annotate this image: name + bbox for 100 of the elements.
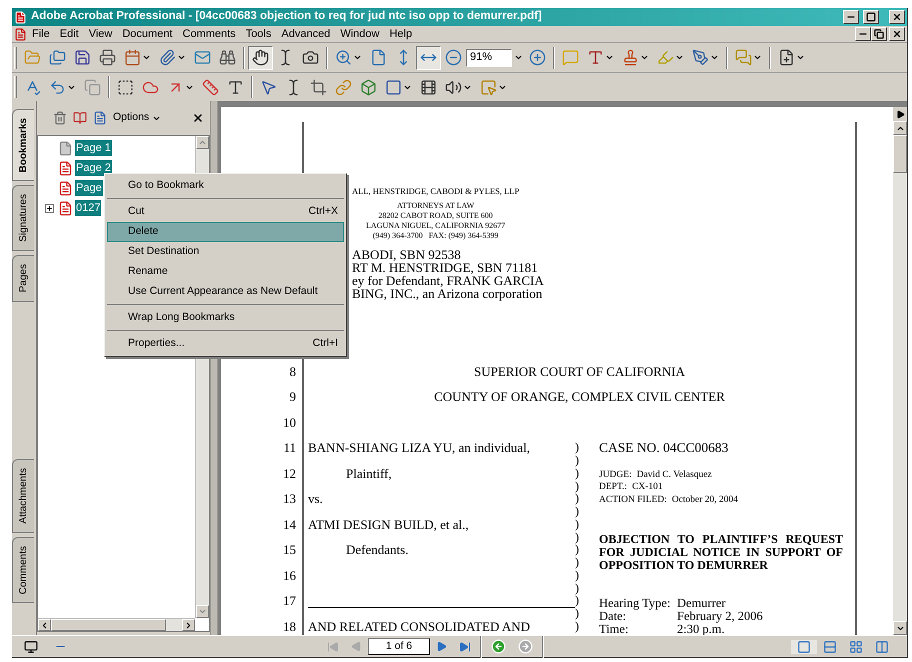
menu-item[interactable]: Comments (178, 26, 241, 42)
close-button[interactable] (889, 10, 905, 24)
side-tab[interactable]: Signatures (12, 185, 34, 252)
scroll-down-button[interactable] (893, 621, 907, 635)
case-detail-value: David C. Velasquez (636, 468, 712, 482)
undo-icon (49, 78, 66, 96)
line-number: 15 (282, 541, 296, 559)
options-button[interactable]: Options (113, 110, 162, 126)
bookmark-from-structure-button[interactable] (93, 111, 107, 125)
search-icon (219, 49, 236, 66)
new-bookmark-button[interactable] (73, 111, 87, 125)
menu-item[interactable]: Document (117, 26, 178, 42)
bracket: ) (575, 518, 580, 531)
document-icon (93, 111, 107, 125)
movie-icon (420, 78, 437, 96)
select-object-icon (480, 78, 497, 96)
fit-width-button[interactable] (416, 46, 441, 70)
bracket: ) (575, 505, 580, 518)
caret-icon (710, 53, 719, 62)
caption-text: vs. (308, 490, 323, 508)
document-close-button[interactable] (889, 27, 905, 41)
scroll-right-button[interactable] (182, 619, 195, 631)
hand-tool-button[interactable] (248, 46, 273, 70)
horizontal-scrollbar[interactable] (38, 618, 195, 631)
document-minimize-button[interactable] (855, 27, 871, 41)
comment-icon (562, 49, 579, 66)
caret-icon (605, 53, 614, 62)
case-detail-label: ACTION FILED: (599, 494, 667, 506)
pdf-page-icon (58, 180, 73, 196)
save-icon (74, 49, 91, 66)
menu-item[interactable]: View (84, 26, 118, 42)
document-icon (14, 28, 27, 40)
caret-icon (353, 53, 362, 62)
dimension-icon (202, 78, 219, 96)
menu-item[interactable]: Delete (107, 222, 344, 242)
delete-bookmark-button[interactable] (53, 111, 67, 125)
full-screen-button[interactable] (24, 640, 38, 654)
bookmark-item[interactable]: Page 2 (75, 160, 112, 176)
attorney-line: ey for Defendant, FRANK GARCIA (352, 274, 545, 288)
hearing-value: February 2, 2006 (677, 610, 763, 622)
sound-icon (445, 78, 462, 96)
pdf-page-icon (58, 160, 73, 176)
menu-item[interactable]: Advanced (276, 26, 336, 42)
caret-icon (796, 53, 805, 62)
document-title: OBJECTION TO PLAINTIFF’S REQUEST FOR JUDICIAL NOTICE IN SUPPORT OF OPPOSITION TO DEMURRER (599, 532, 843, 572)
menu-item[interactable]: Wrap Long Bookmarks (107, 308, 344, 328)
minimize-button[interactable] (843, 10, 859, 24)
menu-item[interactable]: Properties... Ctrl+I (107, 334, 344, 354)
case-detail-label: DEPT.: (599, 481, 628, 494)
caption-text: Defendants. (345, 541, 408, 559)
menu-item[interactable]: Tools (240, 26, 276, 42)
scroll-thumb[interactable] (893, 135, 907, 173)
page-number-field[interactable]: 1 of 6 (368, 638, 430, 655)
scroll-thumb[interactable] (51, 619, 166, 631)
document-scrollbar[interactable] (893, 107, 907, 635)
bracket: ) (575, 620, 580, 633)
line-number: 13 (282, 490, 296, 508)
bookmark-item[interactable]: Page (75, 180, 103, 196)
line-number: 11 (282, 439, 296, 457)
close-icon (892, 12, 902, 22)
grid-icon (849, 640, 863, 654)
menu-item[interactable]: Use Current Appearance as New Default (107, 282, 344, 302)
bracket: ) (575, 466, 580, 480)
single-page-button[interactable] (791, 640, 817, 654)
bookmark-item[interactable]: Page 1 (75, 140, 112, 156)
scroll-up-button[interactable] (893, 121, 907, 135)
zoom-in-icon (335, 49, 352, 66)
firm-address: (949) 364-3700 FAX: (949) 364-5399 (372, 231, 498, 241)
menu-item[interactable]: File (27, 26, 55, 42)
document-restore-button[interactable] (871, 27, 887, 41)
scroll-left-button[interactable] (38, 619, 51, 631)
close-panel-button[interactable] (192, 112, 204, 124)
firm-address: ATTORNEYS AT LAW (396, 201, 474, 211)
menu-item[interactable]: Cut Ctrl+X (107, 202, 344, 222)
form-field-icon (385, 78, 402, 96)
continuous-icon (823, 640, 837, 654)
previous-page-icon (351, 641, 362, 652)
caret-icon (177, 53, 186, 62)
bookmark-item[interactable]: 0127 (75, 200, 102, 216)
menu-item[interactable]: Rename (107, 262, 344, 282)
side-tab[interactable]: Bookmarks (12, 109, 34, 182)
bracket: ) (575, 492, 580, 506)
court-heading: SUPERIOR COURT OF CALIFORNIA (474, 362, 685, 380)
side-tab[interactable]: Attachments (12, 459, 34, 533)
menu-item[interactable]: Set Destination (107, 242, 344, 262)
expand-toggle[interactable] (45, 204, 54, 212)
menu-item[interactable]: Go to Bookmark (107, 176, 344, 196)
bracket: ) (575, 594, 580, 608)
maximize-button[interactable] (863, 10, 879, 24)
caret-icon (640, 53, 649, 62)
side-tab[interactable]: Comments (12, 536, 34, 603)
side-tab[interactable]: Pages (12, 255, 34, 302)
menu-item[interactable]: Window (335, 26, 384, 42)
link-icon (335, 78, 352, 96)
menu-item[interactable]: Edit (54, 26, 84, 42)
panel-toggle-button[interactable] (893, 107, 907, 121)
zoom-field[interactable]: 91% (466, 48, 512, 66)
court-heading: COUNTY OF ORANGE, COMPLEX CIVIL CENTER (434, 388, 725, 406)
hearing-label: Hearing Type: (599, 596, 672, 610)
menu-item[interactable]: Help (384, 26, 418, 42)
